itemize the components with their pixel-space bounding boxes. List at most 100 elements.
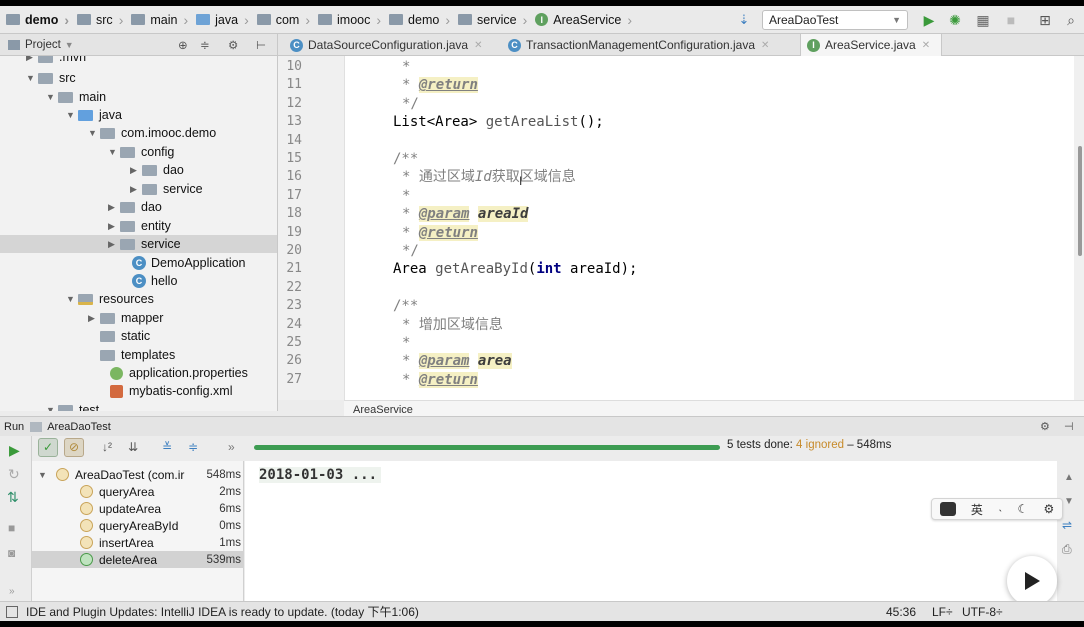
sort-alpha-icon[interactable]: ↓²: [102, 440, 112, 454]
stop-icon[interactable]: ■: [1002, 11, 1020, 29]
tree-item-application-properties[interactable]: application.properties: [110, 364, 248, 382]
crumb-demo[interactable]: demo ›: [0, 6, 71, 34]
gear-icon[interactable]: ⚙: [228, 38, 238, 52]
close-icon[interactable]: ✕: [761, 40, 769, 51]
tree-item-entity[interactable]: ▶ entity: [108, 217, 171, 235]
test-row[interactable]: deleteArea 539ms: [32, 551, 244, 568]
rerun-failed-icon[interactable]: ↻: [8, 466, 20, 483]
tree-item-mybatis-config[interactable]: mybatis-config.xml: [110, 382, 233, 400]
search-icon[interactable]: ⌕: [1062, 11, 1080, 29]
package-icon: [458, 14, 472, 25]
source-folder-icon: [196, 14, 211, 25]
run-config-tab[interactable]: AreaDaoTest: [47, 421, 111, 433]
code-editor[interactable]: * * @return */ List<Area> getAreaList();…: [344, 56, 1074, 400]
status-message[interactable]: IDE and Plugin Updates: IntelliJ IDEA is…: [26, 603, 419, 620]
build-icon[interactable]: ⇣: [735, 11, 753, 29]
crumb-service[interactable]: service ›: [452, 6, 529, 34]
gear-icon[interactable]: ⚙: [1044, 502, 1055, 516]
crumb-com[interactable]: com ›: [251, 6, 312, 34]
test-row[interactable]: insertArea 1ms: [32, 534, 244, 551]
caret-position[interactable]: 45:36: [886, 605, 916, 619]
tree-item-config-service[interactable]: ▶ service: [130, 180, 203, 198]
project-structure-icon[interactable]: ⊞: [1036, 11, 1054, 29]
sort-duration-icon[interactable]: ⇊: [128, 440, 138, 454]
status-bar: IDE and Plugin Updates: IntelliJ IDEA is…: [0, 601, 1084, 621]
close-icon[interactable]: ✕: [922, 40, 930, 51]
run-config-select[interactable]: AreaDaoTest ▼: [762, 10, 908, 30]
rerun-icon[interactable]: ▶: [9, 442, 20, 459]
file-encoding[interactable]: UTF-8÷: [962, 605, 1003, 619]
tree-item-com-imooc-demo[interactable]: ▼ com.imooc.demo: [88, 124, 216, 142]
ime-language-toggle[interactable]: 英: [971, 501, 983, 518]
tree-item-mapper[interactable]: ▶ mapper: [88, 309, 163, 327]
tree-item-test[interactable]: ▼ test: [46, 401, 99, 411]
toggle-tool-windows-icon[interactable]: [6, 605, 18, 618]
tree-item-config[interactable]: ▼ config: [108, 143, 174, 161]
tree-item-hello[interactable]: Chello: [120, 272, 177, 290]
ime-punctuation-toggle[interactable]: ˴: [998, 502, 1002, 516]
gear-icon[interactable]: ⚙: [1040, 420, 1050, 433]
project-panel-header[interactable]: Project ▼ ⊕ ≑ ⚙ ⊢: [0, 34, 278, 56]
tab-transactionmanagementconfiguration[interactable]: C TransactionManagementConfiguration.java…: [502, 34, 798, 56]
collapse-all-icon[interactable]: ≑: [188, 440, 198, 454]
scroll-thumb[interactable]: [1078, 146, 1082, 256]
crumb-imooc[interactable]: imooc ›: [312, 6, 383, 34]
test-row[interactable]: queryAreaById 0ms: [32, 517, 244, 534]
tab-datasourceconfiguration[interactable]: C DataSourceConfiguration.java ✕: [284, 34, 500, 56]
debug-icon[interactable]: ✺: [946, 11, 964, 29]
chevron-down-icon[interactable]: ▼: [65, 40, 74, 50]
crumb-src[interactable]: src ›: [71, 6, 125, 34]
line-number: 17: [286, 187, 302, 203]
code-line: /**: [393, 298, 419, 315]
editor-scrollbar[interactable]: [1074, 56, 1084, 418]
tree-item-java[interactable]: ▼ java: [66, 106, 122, 124]
camera-icon[interactable]: ◙: [8, 546, 15, 560]
toggle-auto-test-icon[interactable]: ⇅: [7, 489, 19, 506]
tree-item-demoapplication[interactable]: C DemoApplication: [120, 254, 246, 272]
crumb-main[interactable]: main ›: [125, 6, 190, 34]
tree-item-service[interactable]: ▶ service: [108, 235, 181, 253]
ime-toolbar[interactable]: 英 ˴ ☾ ⚙: [931, 498, 1063, 520]
test-row[interactable]: updateArea 6ms: [32, 500, 244, 517]
show-passed-icon[interactable]: ✓: [38, 438, 58, 457]
hide-icon[interactable]: ⊢: [256, 38, 266, 52]
ignored-test-icon: [80, 519, 93, 532]
stop-icon[interactable]: ■: [8, 521, 15, 535]
hide-icon[interactable]: ⊣: [1064, 420, 1074, 433]
crumb-java[interactable]: java ›: [190, 6, 251, 34]
scroll-down-icon[interactable]: ▼: [1064, 496, 1074, 507]
editor-gutter: 10 11 12 13 14 15 16 17 18 19 20 21 22 2…: [278, 56, 344, 400]
soft-wrap-icon[interactable]: ⇌: [1062, 518, 1072, 532]
interface-icon: I: [807, 38, 820, 52]
crumb-areaservice[interactable]: I AreaService ›: [529, 6, 634, 34]
more-actions-icon[interactable]: »: [228, 440, 235, 454]
scroll-up-icon[interactable]: ▲: [1064, 472, 1074, 483]
expand-arrow-icon: ▼: [66, 110, 75, 120]
line-separator[interactable]: LF÷: [932, 605, 953, 619]
tree-item-config-dao[interactable]: ▶ dao: [130, 161, 184, 179]
tree-item-static[interactable]: static: [100, 327, 150, 345]
coverage-icon[interactable]: ▦: [974, 11, 992, 29]
tree-item-src[interactable]: ▼ src: [26, 69, 76, 87]
run-icon[interactable]: ▶: [920, 11, 938, 29]
video-play-button[interactable]: [1007, 556, 1057, 606]
tree-item-templates[interactable]: templates: [100, 346, 175, 364]
expand-more-icon[interactable]: »: [9, 586, 15, 597]
tab-areaservice[interactable]: I AreaService.java ✕: [800, 34, 942, 56]
expand-all-icon[interactable]: ≚: [162, 440, 172, 454]
moon-icon[interactable]: ☾: [1018, 502, 1029, 516]
line-number: 10: [286, 59, 302, 74]
console-output[interactable]: 2018-01-03 ...: [245, 461, 1057, 601]
collapse-icon[interactable]: ≑: [200, 38, 210, 52]
scope-icon[interactable]: ⊕: [178, 38, 188, 52]
test-row-suite[interactable]: ▼ AreaDaoTest (com.ir 548ms: [32, 466, 244, 483]
tree-item-main[interactable]: ▼ main: [46, 88, 106, 106]
print-icon[interactable]: ⎙: [1062, 542, 1072, 557]
tree-item-resources[interactable]: ▼ resources: [66, 290, 154, 308]
tree-item-mvn[interactable]: ▶ .mvn: [26, 56, 86, 66]
test-row[interactable]: queryArea 2ms: [32, 483, 244, 500]
tree-item-dao[interactable]: ▶ dao: [108, 198, 162, 216]
crumb-demo-pkg[interactable]: demo ›: [383, 6, 452, 34]
show-ignored-icon[interactable]: ⊘: [64, 438, 84, 457]
close-icon[interactable]: ✕: [474, 40, 482, 51]
